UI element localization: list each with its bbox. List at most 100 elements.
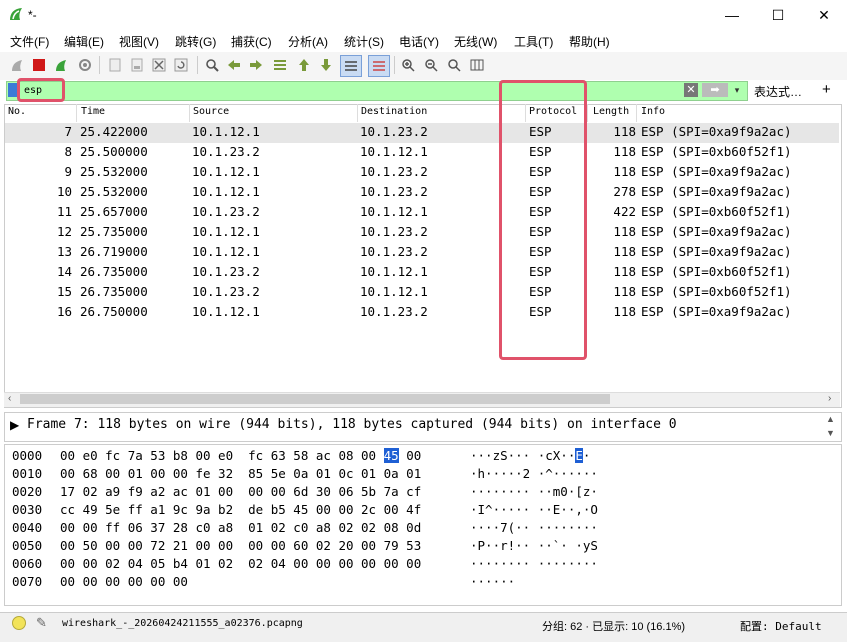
ascii-bytes[interactable]: ········ ··m0·[z·	[470, 484, 598, 499]
hex-bytes[interactable]: 00 68 00 01 00 00 fe 32 85 5e 0a 01 0c 0…	[60, 466, 421, 481]
go-back-icon[interactable]	[224, 55, 244, 75]
close-button[interactable]: ✕	[801, 0, 847, 30]
ascii-bytes[interactable]: ····7(·· ········	[470, 520, 598, 535]
scroll-right-icon[interactable]: ›	[828, 393, 831, 404]
cell-destination: 10.1.23.2	[360, 304, 428, 319]
ascii-bytes[interactable]: ···zS··· ·cX··E·	[470, 448, 590, 463]
ascii-bytes[interactable]: ········ ········	[470, 556, 598, 571]
cell-source: 10.1.12.1	[192, 184, 260, 199]
column-divider[interactable]	[636, 104, 637, 122]
go-last-packet-icon[interactable]	[316, 55, 336, 75]
hex-text: 17 02 a9 f9 a2 ac 01 00 00 00 6d 30 06 5…	[60, 484, 422, 499]
go-first-packet-icon[interactable]	[294, 55, 314, 75]
cell-info: ESP (SPI=0xb60f52f1)	[641, 284, 792, 299]
cell-info: ESP (SPI=0xa9f9a2ac)	[641, 124, 792, 139]
scroll-down-icon[interactable]: ▼	[826, 428, 835, 438]
ascii-bytes[interactable]: ·h·····2 ·^······	[470, 466, 598, 481]
column-divider[interactable]	[76, 104, 77, 122]
start-capture-icon[interactable]	[7, 55, 27, 75]
column-header-no[interactable]: No.	[8, 106, 26, 117]
expand-arrow-icon[interactable]: ▶	[10, 418, 19, 432]
packet-count-status: 分组: 62 · 已显示: 10 (16.1%)	[542, 621, 686, 633]
cell-time: 26.719000	[80, 244, 148, 259]
annotation-box-protocol	[499, 80, 587, 360]
stop-capture-icon[interactable]	[29, 55, 49, 75]
save-file-icon[interactable]	[127, 55, 147, 75]
colorize-icon[interactable]	[368, 55, 390, 77]
menu-telephony[interactable]: 电话(Y)	[399, 33, 439, 50]
menu-capture[interactable]: 捕获(C)	[231, 33, 272, 50]
hex-bytes[interactable]: 00 00 02 04 05 b4 01 02 02 04 00 00 00 0…	[60, 556, 421, 571]
resize-columns-icon[interactable]	[467, 55, 487, 75]
ascii-text: ·	[582, 448, 591, 463]
menu-help[interactable]: 帮助(H)	[569, 33, 610, 50]
minimize-button[interactable]: —	[709, 0, 755, 30]
open-file-icon[interactable]	[105, 55, 125, 75]
column-divider[interactable]	[357, 104, 358, 122]
close-file-icon[interactable]	[149, 55, 169, 75]
cell-source: 10.1.12.1	[192, 164, 260, 179]
cell-source: 10.1.12.1	[192, 304, 260, 319]
menu-go[interactable]: 跳转(G)	[175, 33, 216, 50]
selected-hex-byte[interactable]: 45	[383, 448, 399, 463]
cell-destination: 10.1.23.2	[360, 224, 428, 239]
ascii-bytes[interactable]: ·I^····· ··E··,·O	[470, 502, 598, 517]
cell-source: 10.1.23.2	[192, 204, 260, 219]
capture-options-icon[interactable]	[75, 55, 95, 75]
selected-ascii-byte[interactable]: E	[575, 448, 583, 463]
column-divider[interactable]	[189, 104, 190, 122]
menu-statistics[interactable]: 统计(S)	[344, 33, 384, 50]
hex-bytes[interactable]: 17 02 a9 f9 a2 ac 01 00 00 00 6d 30 06 5…	[60, 484, 421, 499]
filter-history-dropdown-icon[interactable]: ▾	[730, 83, 744, 97]
hex-bytes[interactable]: 00 00 00 00 00 00	[60, 574, 188, 589]
hex-bytes[interactable]: cc 49 5e ff a1 9c 9a b2 de b5 45 00 00 2…	[60, 502, 421, 517]
reload-file-icon[interactable]	[171, 55, 191, 75]
profile-status[interactable]: 配置: Default	[740, 618, 822, 634]
scroll-left-icon[interactable]: ‹	[8, 393, 11, 404]
byte-offset: 0050	[12, 538, 43, 553]
add-filter-button[interactable]: +	[822, 81, 831, 98]
column-header-info[interactable]: Info	[641, 106, 665, 117]
hex-bytes[interactable]: 00 00 ff 06 37 28 c0 a8 01 02 c0 a8 02 0…	[60, 520, 421, 535]
zoom-out-icon[interactable]	[421, 55, 441, 75]
frame-summary-row[interactable]: Frame 7: 118 bytes on wire (944 bits), 1…	[27, 417, 677, 432]
restart-capture-icon[interactable]	[51, 55, 71, 75]
apply-filter-icon[interactable]: ➡	[702, 83, 728, 97]
menu-file[interactable]: 文件(F)	[10, 33, 49, 50]
menu-wireless[interactable]: 无线(W)	[454, 33, 497, 50]
cell-no: 9	[64, 164, 72, 179]
menu-tools[interactable]: 工具(T)	[514, 33, 553, 50]
scroll-up-icon[interactable]: ▲	[826, 414, 835, 424]
column-divider[interactable]	[587, 104, 588, 122]
hex-bytes[interactable]: 00 e0 fc 7a 53 b8 00 e0 fc 63 58 ac 08 0…	[60, 448, 421, 463]
hex-text: 00 00 ff 06 37 28 c0 a8 01 02 c0 a8 02 0…	[60, 520, 422, 535]
hex-bytes[interactable]: 00 50 00 00 72 21 00 00 00 00 60 02 20 0…	[60, 538, 421, 553]
scrollbar-thumb[interactable]	[20, 394, 610, 404]
auto-scroll-icon[interactable]	[340, 55, 362, 77]
ascii-bytes[interactable]: ·P··r!·· ··`· ·yS	[470, 538, 598, 553]
go-forward-icon[interactable]	[246, 55, 266, 75]
ascii-text: ·P··r!·· ··`· ·yS	[470, 538, 598, 553]
ascii-bytes[interactable]: ······	[470, 574, 515, 589]
column-header-length[interactable]: Length	[593, 106, 629, 117]
cell-destination: 10.1.23.2	[360, 184, 428, 199]
menu-analyze[interactable]: 分析(A)	[288, 33, 328, 50]
zoom-in-icon[interactable]	[398, 55, 418, 75]
find-packet-icon[interactable]	[202, 55, 222, 75]
menu-edit[interactable]: 编辑(E)	[64, 33, 104, 50]
column-header-time[interactable]: Time	[81, 106, 105, 117]
menu-view[interactable]: 视图(V)	[119, 33, 159, 50]
column-header-destination[interactable]: Destination	[361, 106, 427, 117]
cell-source: 10.1.23.2	[192, 264, 260, 279]
maximize-button[interactable]: ☐	[755, 0, 801, 30]
cell-source: 10.1.12.1	[192, 124, 260, 139]
normal-size-icon[interactable]	[444, 55, 464, 75]
edit-comment-icon[interactable]: ✎	[36, 615, 47, 631]
column-header-source[interactable]: Source	[193, 106, 229, 117]
go-to-packet-icon[interactable]	[270, 55, 290, 75]
byte-offset: 0040	[12, 520, 43, 535]
cell-destination: 10.1.23.2	[360, 164, 428, 179]
expert-info-icon[interactable]	[12, 616, 26, 630]
expression-button[interactable]: 表达式…	[754, 83, 802, 100]
clear-filter-icon[interactable]: ✕	[684, 83, 698, 97]
